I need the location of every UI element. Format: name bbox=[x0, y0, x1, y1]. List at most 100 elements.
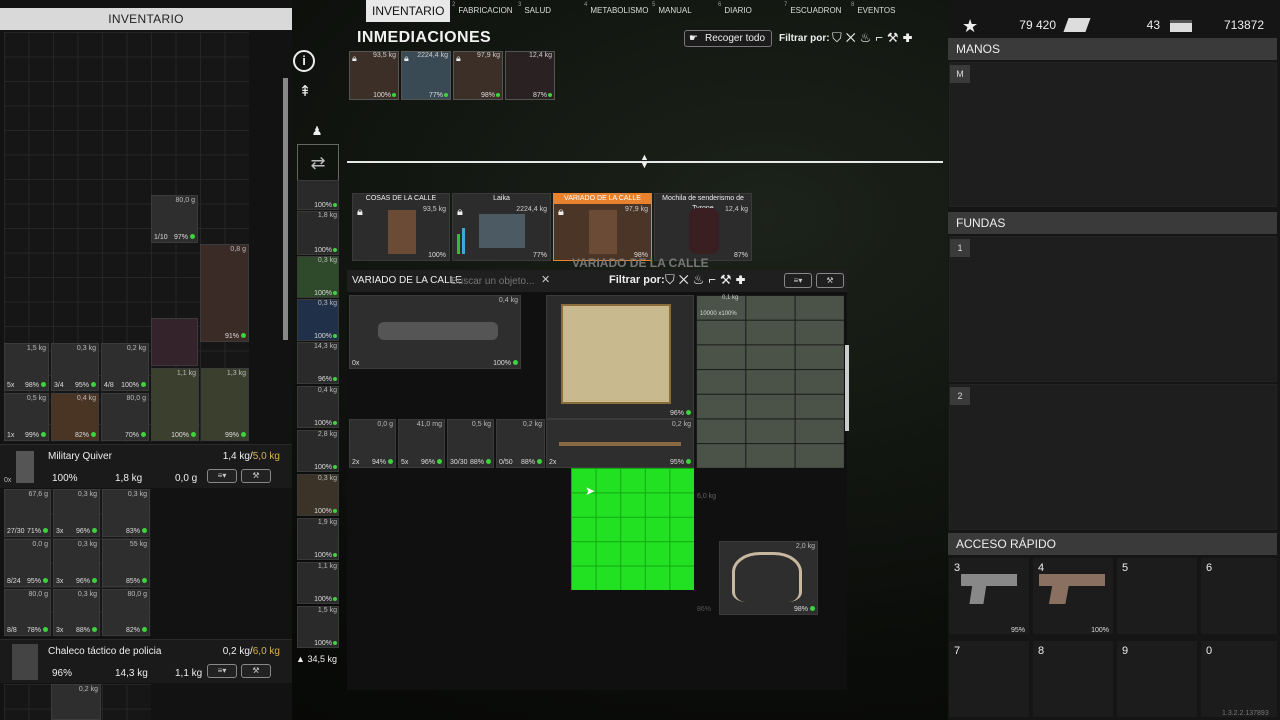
gift-box-item[interactable]: 96% bbox=[546, 295, 694, 419]
stat-bank: 713872 bbox=[1223, 18, 1264, 32]
item-slot[interactable]: 0,3 kg 3x 88% bbox=[53, 589, 100, 636]
equip-slot[interactable]: 0,3 kg 100% bbox=[297, 474, 339, 516]
search-input[interactable] bbox=[451, 273, 551, 289]
tools-button[interactable]: ⚒ bbox=[241, 469, 271, 483]
inventory-scrollbar[interactable] bbox=[283, 78, 288, 340]
scissors-item[interactable]: 80,0 g 70% bbox=[101, 393, 149, 441]
stick-item[interactable]: 0,2 kg 2x 95% bbox=[546, 419, 694, 468]
equip-slot[interactable]: 1,5 kg 100% bbox=[297, 606, 339, 648]
item-slot[interactable]: 0,8 g 91% bbox=[200, 244, 249, 342]
tools-button[interactable]: ⚒ bbox=[816, 273, 844, 288]
tools-filter-icon[interactable]: ⚒ bbox=[887, 30, 903, 45]
info-icon[interactable]: i bbox=[293, 50, 315, 72]
pickup-all-button[interactable]: ☛ Recoger todo bbox=[684, 30, 772, 47]
container-tab[interactable]: COSAS DE LA CALLE 🔒︎ 93,5 kg 100% bbox=[352, 193, 450, 261]
tab-metabolismo[interactable]: 4METABOLISMO bbox=[584, 0, 648, 20]
sort-button[interactable]: ≡▾ bbox=[207, 664, 237, 678]
quick-slot-4[interactable]: 4 100% bbox=[1033, 558, 1113, 634]
quick-slot-3[interactable]: 3 95% bbox=[949, 558, 1029, 634]
item-slot[interactable]: 0,4 kg 82% bbox=[51, 393, 99, 441]
money-stacks[interactable]: 0,1 kg 10000 x100% bbox=[696, 295, 844, 468]
tab-fabricacion[interactable]: 2FABRICACION bbox=[452, 0, 513, 20]
item-slot[interactable]: 0,2 kg 4/8 100% bbox=[101, 343, 149, 391]
vest-container[interactable]: Chaleco táctico de policia 0,2 kg/6,0 kg… bbox=[0, 639, 292, 683]
clear-search-icon[interactable]: ✕ bbox=[541, 273, 550, 286]
item-slot[interactable]: 0,3 kg 83% bbox=[102, 489, 150, 537]
item-slot[interactable]: 0,0 g 8/24 95% bbox=[4, 539, 51, 587]
item-slot[interactable]: 41,0 mg 5x 96% bbox=[398, 419, 445, 468]
equip-slot[interactable]: 0,3 kg 100% bbox=[297, 299, 339, 341]
container-scrollbar[interactable] bbox=[845, 345, 849, 431]
container-tab[interactable]: Laika 🔒︎ 2224,4 kg 77% bbox=[452, 193, 551, 261]
nearby-chip[interactable]: 🔒︎ 2224,4 kg 77% bbox=[401, 51, 451, 100]
equip-slot[interactable]: 2,8 kg 100% bbox=[297, 430, 339, 472]
hands-slot[interactable]: M bbox=[949, 62, 1277, 207]
item-slot[interactable]: 80,0 g 1/10 97% bbox=[151, 195, 198, 243]
container-filter-icons[interactable]: ⛉✕♨⌐⚒✚ bbox=[665, 272, 749, 288]
holster-slot-1[interactable]: 1 bbox=[949, 236, 1277, 382]
quick-slot-5[interactable]: 5 bbox=[1117, 558, 1197, 634]
quick-slot-8[interactable]: 8 bbox=[1033, 641, 1113, 717]
item-slot[interactable]: 0,0 g 2x 94% bbox=[349, 419, 396, 468]
swap-icon[interactable]: ⇄ bbox=[297, 144, 339, 182]
equip-slot[interactable]: 0,3 kg 100% bbox=[297, 256, 339, 298]
tools-filter-icon[interactable]: ⚒ bbox=[720, 272, 736, 287]
item-slot[interactable]: 1,5 kg 5x 98% bbox=[4, 343, 49, 391]
nearby-chip[interactable]: 🔒︎ 93,5 kg 100% bbox=[349, 51, 399, 100]
holster-slot-2[interactable]: 2 bbox=[949, 384, 1277, 530]
item-slot[interactable]: 55 kg 85% bbox=[102, 539, 150, 587]
equip-slot[interactable]: 1,9 kg 100% bbox=[297, 518, 339, 560]
item-slot[interactable]: 0,5 kg 30/30 88% bbox=[447, 419, 494, 468]
container-tab-selected[interactable]: VARIADO DE LA CALLE 🔒︎ 97,9 kg 98% bbox=[553, 193, 652, 261]
tab-manual[interactable]: 5MANUAL bbox=[652, 0, 692, 20]
armor-filter-icon[interactable]: ⛉ bbox=[665, 272, 679, 287]
sort-button[interactable]: ≡▾ bbox=[784, 273, 812, 288]
nearby-chip[interactable]: 12,4 kg 87% bbox=[505, 51, 555, 100]
nearby-filter-icons[interactable]: ⛉✕♨⌐⚒✚ bbox=[832, 30, 916, 46]
resize-handle-icon[interactable]: ▲ ▼ bbox=[640, 153, 649, 170]
sort-icon[interactable]: ⇞ bbox=[294, 82, 316, 102]
item-slot[interactable]: 0,2 kg bbox=[51, 684, 101, 720]
item-slot[interactable]: 0,4 kg 0x 100% bbox=[349, 295, 521, 369]
item-slot[interactable]: 0,3 kg 3x 96% bbox=[53, 539, 100, 587]
item-slot[interactable]: 0,3 kg 3x 96% bbox=[53, 489, 100, 537]
ammo-filter-icon[interactable]: ⌐ bbox=[708, 272, 720, 287]
quick-slot-6[interactable]: 6 bbox=[1201, 558, 1277, 634]
equip-slot[interactable]: 0,4 kg 100% bbox=[297, 386, 339, 428]
nearby-chip[interactable]: 🔒︎ 97,9 kg 98% bbox=[453, 51, 503, 100]
tab-eventos[interactable]: 8EVENTOS bbox=[851, 0, 895, 20]
quiver-container[interactable]: 0x Military Quiver 1,4 kg/5,0 kg 100% 1,8… bbox=[0, 444, 292, 488]
item-slot[interactable]: 0,2 kg 0/50 88% bbox=[496, 419, 545, 468]
food-filter-icon[interactable]: ♨ bbox=[860, 30, 876, 45]
sort-button[interactable]: ≡▾ bbox=[207, 469, 237, 483]
armor-filter-icon[interactable]: ⛉ bbox=[832, 30, 846, 45]
item-slot[interactable]: 80,0 g 82% bbox=[102, 589, 150, 636]
quick-slot-7[interactable]: 7 bbox=[949, 641, 1029, 717]
medical-filter-icon[interactable]: ✚ bbox=[736, 272, 750, 287]
antlers-item[interactable]: 2,0 kg 98% bbox=[719, 541, 818, 615]
item-slot[interactable]: 0,5 kg 1x 99% bbox=[4, 393, 49, 441]
container-tab[interactable]: Mochila de senderismo de Tyrone12,4 kg87… bbox=[654, 193, 752, 261]
food-filter-icon[interactable]: ♨ bbox=[693, 272, 709, 287]
tab-salud[interactable]: 3SALUD bbox=[518, 0, 551, 20]
canteen-item[interactable]: 1,3 kg 99% bbox=[201, 368, 249, 441]
quick-slot-9[interactable]: 9 bbox=[1117, 641, 1197, 717]
tools-button[interactable]: ⚒ bbox=[241, 664, 271, 678]
item-slot[interactable] bbox=[151, 318, 198, 366]
equip-slot[interactable]: 14,3 kg 96% bbox=[297, 342, 339, 384]
item-slot[interactable]: 0,3 kg 3/4 95% bbox=[51, 343, 99, 391]
tab-escuadron[interactable]: 7ESCUADRON bbox=[784, 0, 841, 20]
equip-slot[interactable]: 100% bbox=[297, 180, 339, 210]
ammo-filter-icon[interactable]: ⌐ bbox=[875, 30, 887, 45]
tab-inventario[interactable]: INVENTARIO bbox=[366, 0, 451, 22]
item-slot[interactable]: 67,6 g 27/30 71% bbox=[4, 489, 51, 537]
equip-slot[interactable]: 1,8 kg 100% bbox=[297, 211, 339, 255]
equip-slot[interactable]: 1,1 kg 100% bbox=[297, 562, 339, 604]
weapon-filter-icon[interactable]: ✕ bbox=[846, 30, 860, 45]
canteen-item[interactable]: 1,1 kg 100% bbox=[151, 368, 199, 441]
tab-diario[interactable]: 6DIARIO bbox=[718, 0, 752, 20]
weapon-filter-icon[interactable]: ✕ bbox=[679, 272, 693, 287]
item-slot[interactable]: 80,0 g 8/8 78% bbox=[4, 589, 51, 636]
quick-slot-0[interactable]: 0 bbox=[1201, 641, 1277, 717]
medical-filter-icon[interactable]: ✚ bbox=[903, 30, 917, 45]
